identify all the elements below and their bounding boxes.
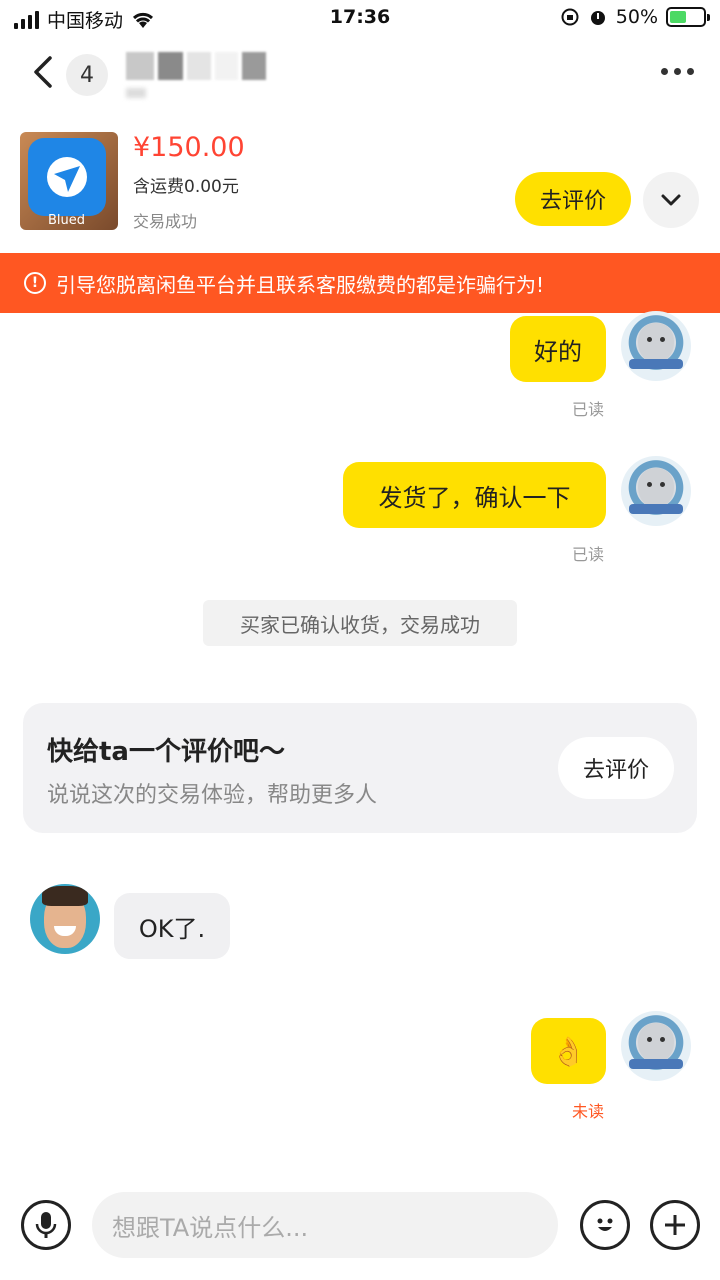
contact-name-blurred bbox=[126, 52, 266, 80]
unread-status: 未读 bbox=[572, 1102, 605, 1121]
emoji-icon bbox=[597, 1218, 613, 1231]
battery-percent: 50% bbox=[615, 6, 658, 28]
message-input[interactable]: 想跟TA说点什么... bbox=[92, 1192, 558, 1258]
message-bubble-sent[interactable]: 好的 bbox=[510, 316, 606, 382]
read-status: 已读 bbox=[572, 400, 605, 419]
status-right: 50% bbox=[560, 6, 710, 28]
blued-logo-icon bbox=[28, 138, 106, 216]
my-avatar[interactable] bbox=[621, 456, 691, 526]
message-bubble-sent[interactable]: 发货了，确认一下 bbox=[343, 462, 606, 528]
more-actions-button[interactable] bbox=[650, 1200, 700, 1250]
microphone-icon bbox=[35, 1212, 57, 1238]
voice-button[interactable] bbox=[21, 1200, 71, 1250]
my-avatar[interactable] bbox=[621, 311, 691, 381]
review-button[interactable]: 去评价 bbox=[515, 172, 631, 226]
review-prompt-card: 快给ta一个评价吧～ 说说这次的交易体验，帮助更多人 去评价 bbox=[23, 703, 697, 833]
read-status: 已读 bbox=[572, 545, 605, 564]
collapse-button[interactable] bbox=[643, 172, 699, 228]
product-card[interactable]: Blued ¥150.00 含运费0.00元 交易成功 去评价 bbox=[0, 128, 720, 250]
battery-icon bbox=[666, 7, 710, 27]
chevron-down-icon bbox=[661, 194, 681, 206]
orientation-lock-icon bbox=[561, 8, 579, 26]
contact-subtitle-blurred bbox=[126, 88, 146, 98]
unread-count-badge[interactable]: 4 bbox=[66, 54, 108, 96]
review-prompt-title: 快给ta一个评价吧～ bbox=[47, 737, 285, 767]
input-bar: 想跟TA说点什么... bbox=[0, 1190, 720, 1262]
status-bar: 中国移动 17:36 50% bbox=[0, 0, 720, 38]
alert-icon: ! bbox=[24, 272, 46, 294]
plus-icon bbox=[665, 1215, 685, 1235]
fraud-warning-banner: ! 引导您脱离闲鱼平台并且联系客服缴费的都是诈骗行为! bbox=[0, 253, 720, 313]
system-message: 买家已确认收货，交易成功 bbox=[203, 600, 517, 646]
more-icon[interactable] bbox=[661, 68, 694, 75]
product-image[interactable]: Blued bbox=[20, 132, 118, 230]
chat-header: 4 bbox=[0, 40, 720, 110]
alarm-icon bbox=[590, 11, 605, 25]
my-avatar[interactable] bbox=[621, 1011, 691, 1081]
trade-status: 交易成功 bbox=[133, 212, 198, 231]
emoji-button[interactable] bbox=[580, 1200, 630, 1250]
contact-avatar[interactable] bbox=[30, 884, 100, 954]
fraud-warning-text: 引导您脱离闲鱼平台并且联系客服缴费的都是诈骗行为! bbox=[56, 272, 545, 297]
review-prompt-button[interactable]: 去评价 bbox=[558, 737, 674, 799]
product-shipping: 含运费0.00元 bbox=[133, 177, 239, 197]
message-bubble-sent[interactable]: 👌 bbox=[531, 1018, 606, 1084]
product-price: ¥150.00 bbox=[133, 132, 245, 163]
product-image-label: Blued bbox=[48, 213, 86, 228]
back-icon[interactable] bbox=[28, 52, 58, 92]
review-prompt-subtitle: 说说这次的交易体验，帮助更多人 bbox=[47, 783, 378, 808]
message-bubble-received[interactable]: OK了. bbox=[114, 893, 230, 959]
